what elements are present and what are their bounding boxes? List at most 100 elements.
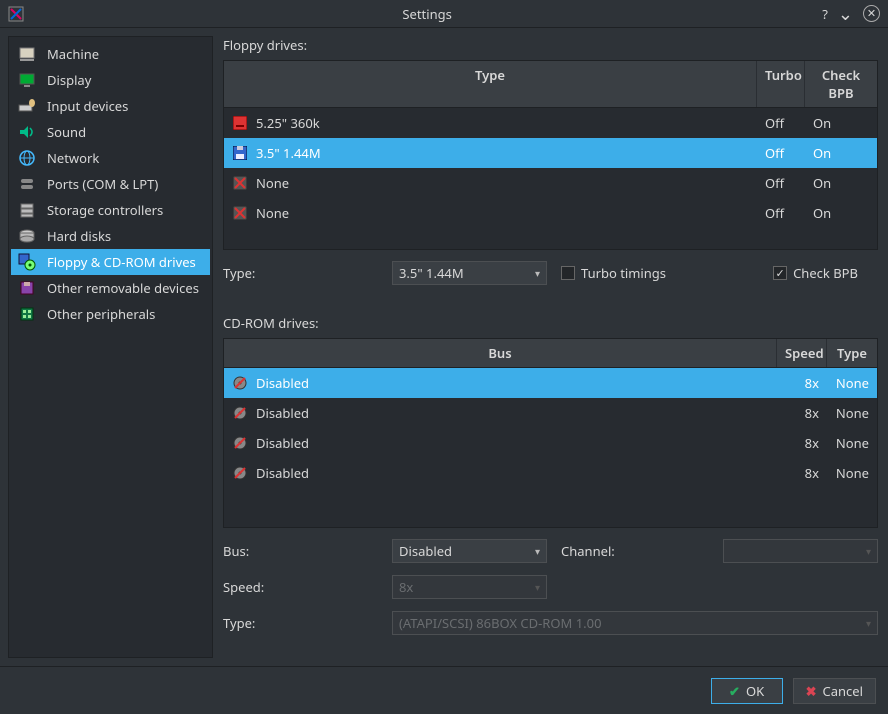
sidebar-item-machine[interactable]: Machine <box>11 41 210 67</box>
sidebar-item-label: Other removable devices <box>47 279 199 297</box>
cdrom-row[interactable]: Disabled 8x None <box>224 428 877 458</box>
turbo-checkbox[interactable]: Turbo timings <box>561 264 666 282</box>
checkbpb-checkbox-box: ✓ <box>773 266 787 280</box>
cdrom-row-bus: Disabled <box>256 404 309 422</box>
sidebar-item-label: Input devices <box>47 97 128 115</box>
cdrom-row-speed: 8x <box>777 459 827 487</box>
sidebar-item-ports[interactable]: Ports (COM & LPT) <box>11 171 210 197</box>
floppy-row-check: On <box>805 109 877 137</box>
sidebar-item-input-devices[interactable]: Input devices <box>11 93 210 119</box>
floppy-row[interactable]: None Off On <box>224 198 877 228</box>
floppy-table-header: Type Turbo Check BPB <box>224 61 877 108</box>
cdrom-table-body: Disabled 8x None Disabled 8x None <box>224 368 877 488</box>
minimize-button[interactable]: ⌄ <box>838 8 853 20</box>
cd-disabled-icon <box>232 405 248 421</box>
close-button[interactable]: ✕ <box>863 5 880 22</box>
sidebar-item-display[interactable]: Display <box>11 67 210 93</box>
cdrom-bus-row: Bus: Disabled Channel: <box>223 538 878 564</box>
cdrom-header-type[interactable]: Type <box>827 339 877 367</box>
sidebar-item-hard-disks[interactable]: Hard disks <box>11 223 210 249</box>
cdrom-header-speed[interactable]: Speed <box>777 339 827 367</box>
sidebar-item-other-removable[interactable]: Other removable devices <box>11 275 210 301</box>
cdrom-bus-select[interactable]: Disabled <box>392 539 547 563</box>
floppy-row[interactable]: 5.25" 360k Off On <box>224 108 877 138</box>
network-icon <box>17 148 37 168</box>
floppy-none-icon <box>232 175 248 191</box>
floppy-section-label: Floppy drives: <box>223 36 878 54</box>
help-button[interactable]: ? <box>822 5 828 23</box>
content-area: Machine Display Input devices Sound Netw… <box>0 28 888 666</box>
cdrom-type-row: Type: (ATAPI/SCSI) 86BOX CD-ROM 1.00 <box>223 610 878 636</box>
sidebar-item-other-peripherals[interactable]: Other peripherals <box>11 301 210 327</box>
sidebar: Machine Display Input devices Sound Netw… <box>8 36 213 658</box>
floppy-row-turbo: Off <box>757 199 805 227</box>
ok-icon: ✔ <box>729 682 740 700</box>
cdrom-row-bus: Disabled <box>256 464 309 482</box>
cdrom-row-bus: Disabled <box>256 434 309 452</box>
floppy-35-icon <box>232 145 248 161</box>
sidebar-item-label: Floppy & CD-ROM drives <box>47 253 196 271</box>
dialog-footer: ✔ OK ✖ Cancel <box>0 666 888 714</box>
floppy-cdrom-icon <box>17 252 37 272</box>
sidebar-item-label: Display <box>47 71 91 89</box>
turbo-checkbox-box <box>561 266 575 280</box>
main-panel: Floppy drives: Type Turbo Check BPB 5.25… <box>221 36 880 658</box>
cdrom-channel-select <box>723 539 878 563</box>
cdrom-row-speed: 8x <box>777 429 827 457</box>
sidebar-item-sound[interactable]: Sound <box>11 119 210 145</box>
floppy-row-check: On <box>805 139 877 167</box>
sidebar-item-label: Machine <box>47 45 99 63</box>
machine-icon <box>17 44 37 64</box>
floppy-row-type: 3.5" 1.44M <box>256 144 321 162</box>
floppy-type-select[interactable]: 3.5" 1.44M <box>392 261 547 285</box>
ok-button[interactable]: ✔ OK <box>711 678 783 704</box>
floppy-525-icon <box>232 115 248 131</box>
cdrom-speed-select: 8x <box>392 575 547 599</box>
sidebar-item-label: Network <box>47 149 99 167</box>
titlebar: Settings ? ⌄ ✕ <box>0 0 888 28</box>
cd-disabled-icon <box>232 465 248 481</box>
sidebar-item-storage-controllers[interactable]: Storage controllers <box>11 197 210 223</box>
cdrom-bus-label: Bus: <box>223 542 378 560</box>
checkbpb-checkbox[interactable]: ✓ Check BPB <box>773 264 858 282</box>
cdrom-channel-label: Channel: <box>561 542 615 560</box>
cdrom-row[interactable]: Disabled 8x None <box>224 458 877 488</box>
hard-disks-icon <box>17 226 37 246</box>
sidebar-item-label: Other peripherals <box>47 305 155 323</box>
floppy-row-check: On <box>805 169 877 197</box>
floppy-row-turbo: Off <box>757 169 805 197</box>
cdrom-table-header: Bus Speed Type <box>224 339 877 368</box>
cdrom-section-label: CD-ROM drives: <box>223 314 878 332</box>
floppy-none-icon <box>232 205 248 221</box>
cdrom-type-label: Type: <box>223 614 378 632</box>
floppy-header-turbo[interactable]: Turbo <box>757 61 805 107</box>
floppy-row-check: On <box>805 199 877 227</box>
cdrom-table: Bus Speed Type Disabled 8x None <box>223 338 878 528</box>
floppy-row[interactable]: None Off On <box>224 168 877 198</box>
floppy-row[interactable]: 3.5" 1.44M Off On <box>224 138 877 168</box>
sidebar-item-floppy-cdrom[interactable]: Floppy & CD-ROM drives <box>11 249 210 275</box>
cdrom-row[interactable]: Disabled 8x None <box>224 398 877 428</box>
floppy-header-checkbpb[interactable]: Check BPB <box>805 61 877 107</box>
floppy-table-body: 5.25" 360k Off On 3.5" 1.44M Off On <box>224 108 877 228</box>
sidebar-item-network[interactable]: Network <box>11 145 210 171</box>
cdrom-type-select: (ATAPI/SCSI) 86BOX CD-ROM 1.00 <box>392 611 878 635</box>
sidebar-item-label: Hard disks <box>47 227 111 245</box>
cancel-button[interactable]: ✖ Cancel <box>793 678 876 704</box>
floppy-header-type[interactable]: Type <box>224 61 757 107</box>
sidebar-item-label: Ports (COM & LPT) <box>47 175 158 193</box>
sidebar-item-label: Sound <box>47 123 86 141</box>
cdrom-row-speed: 8x <box>777 399 827 427</box>
ports-icon <box>17 174 37 194</box>
sound-icon <box>17 122 37 142</box>
cdrom-header-bus[interactable]: Bus <box>224 339 777 367</box>
window-title: Settings <box>32 5 822 23</box>
display-icon <box>17 70 37 90</box>
storage-controllers-icon <box>17 200 37 220</box>
cdrom-row-speed: 8x <box>777 369 827 397</box>
floppy-row-turbo: Off <box>757 109 805 137</box>
floppy-row-turbo: Off <box>757 139 805 167</box>
cdrom-row[interactable]: Disabled 8x None <box>224 368 877 398</box>
app-icon <box>8 6 24 22</box>
cdrom-speed-row: Speed: 8x <box>223 574 878 600</box>
